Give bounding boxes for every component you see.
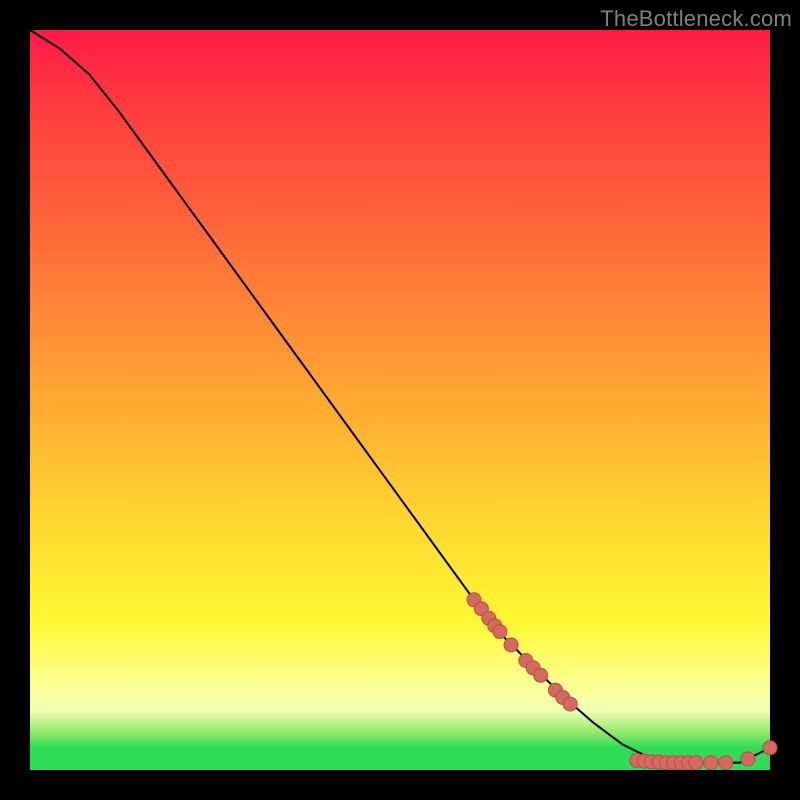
marker-dot [704,756,718,770]
marker-dot [563,697,577,711]
marker-dot [763,741,777,755]
chart-stage: TheBottleneck.com [0,0,800,800]
marker-dot [493,625,507,639]
chart-overlay [30,30,770,770]
watermark-text: TheBottleneck.com [600,6,792,32]
curve-line [30,30,770,763]
marker-dot [534,668,548,682]
plot-area [30,30,770,770]
marker-dot [719,756,733,770]
marker-dot [689,756,703,770]
marker-dot [741,752,755,766]
marker-dot [504,638,518,652]
